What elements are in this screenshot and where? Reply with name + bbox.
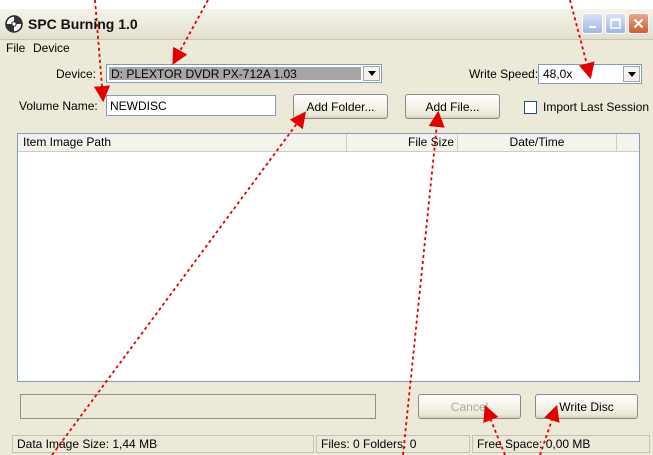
menu-device[interactable]: Device xyxy=(33,41,70,55)
import-last-session-checkbox[interactable] xyxy=(524,101,537,114)
status-data-size: Data Image Size: 1,44 MB xyxy=(12,435,314,453)
write-speed-label: Write Speed: xyxy=(469,67,539,81)
column-filler xyxy=(617,134,639,151)
volume-name-value: NEWDISC xyxy=(110,99,167,113)
status-free-space: Free Space: 0,00 MB xyxy=(472,435,650,453)
close-button[interactable] xyxy=(628,13,649,34)
menu-file[interactable]: File xyxy=(6,41,25,55)
disc-icon xyxy=(5,15,23,33)
add-folder-button[interactable]: Add Folder... xyxy=(293,94,388,119)
device-dropdown-button[interactable] xyxy=(363,66,380,81)
volume-name-input[interactable]: NEWDISC xyxy=(106,95,276,116)
maximize-button[interactable] xyxy=(605,13,626,34)
window-title: SPC Burning 1.0 xyxy=(28,16,138,32)
import-last-session-label[interactable]: Import Last Session xyxy=(543,100,649,114)
write-disc-button[interactable]: Write Disc xyxy=(535,394,638,419)
list-header: Item Image Path File Size Date/Time xyxy=(18,134,639,152)
device-value: D: PLEXTOR DVDR PX-712A 1.03 xyxy=(111,67,297,81)
device-select[interactable]: D: PLEXTOR DVDR PX-712A 1.03 xyxy=(106,64,382,83)
device-label: Device: xyxy=(56,67,97,81)
write-speed-select[interactable]: 48,0x xyxy=(538,64,642,84)
image-items-list[interactable]: Item Image Path File Size Date/Time xyxy=(17,133,640,382)
app-window: SPC Burning 1.0 File Device Device: D: P… xyxy=(0,9,653,455)
volume-name-label: Volume Name: xyxy=(19,99,98,113)
maximize-icon xyxy=(610,18,621,29)
cancel-button[interactable]: Cancel xyxy=(418,394,521,419)
menu-bar: File Device xyxy=(0,40,653,57)
minimize-button[interactable] xyxy=(582,13,603,34)
chevron-down-icon xyxy=(627,71,636,77)
burn-progress-bar xyxy=(20,394,376,419)
column-item-image-path[interactable]: Item Image Path xyxy=(18,134,347,151)
chevron-down-icon xyxy=(367,71,376,76)
close-icon xyxy=(633,18,644,29)
write-speed-value: 48,0x xyxy=(543,67,573,81)
minimize-icon xyxy=(588,25,596,28)
title-bar[interactable]: SPC Burning 1.0 xyxy=(0,9,653,40)
add-file-button[interactable]: Add File... xyxy=(405,94,500,119)
status-files: Files: 0 Folders: 0 xyxy=(316,435,470,453)
column-date-time[interactable]: Date/Time xyxy=(458,134,617,151)
column-file-size[interactable]: File Size xyxy=(347,134,458,151)
status-bar: Data Image Size: 1,44 MB Files: 0 Folder… xyxy=(0,433,653,455)
write-speed-dropdown-button[interactable] xyxy=(623,66,640,82)
